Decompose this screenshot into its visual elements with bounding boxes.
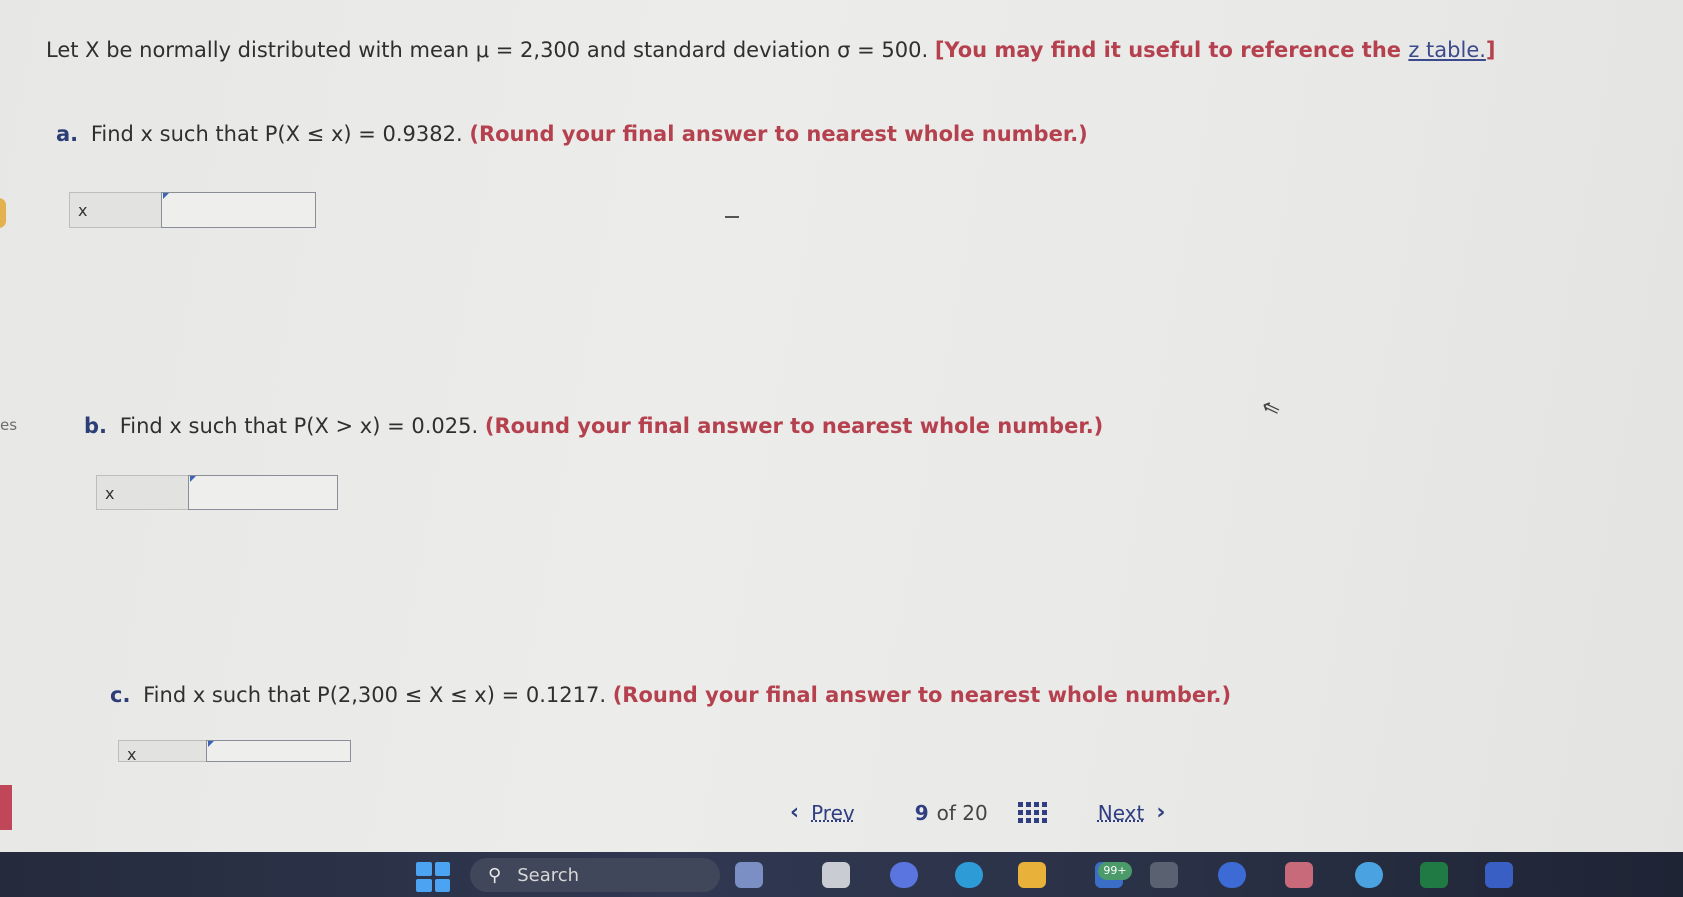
windows-start-icon[interactable] [416, 862, 450, 892]
side-tab-label[interactable]: es [0, 416, 17, 434]
answer-label: x [69, 192, 161, 228]
widget-icon[interactable] [735, 862, 763, 888]
side-accent-bar [0, 785, 12, 830]
part-a-answer-row: x [69, 192, 316, 228]
part-b-answer-row: x [96, 475, 338, 510]
side-indicator-dot [0, 198, 6, 228]
part-text: Find x such that P(X ≤ x) = 0.9382. [90, 122, 463, 146]
part-c-answer-row: x [118, 740, 351, 762]
chrome-icon[interactable] [1355, 862, 1383, 888]
app-icon[interactable] [1218, 862, 1246, 888]
part-round-instruction: (Round your final answer to nearest whol… [469, 122, 1088, 146]
question-grid-icon[interactable] [1017, 801, 1047, 824]
teams-chat-icon[interactable] [1485, 862, 1513, 888]
input-flag-icon [163, 193, 169, 199]
store-icon[interactable] [1150, 862, 1178, 888]
excel-icon[interactable] [1420, 862, 1448, 888]
divider-mark [725, 216, 739, 218]
question-text: Let X be normally distributed with mean … [46, 38, 1496, 62]
part-round-instruction: (Round your final answer to nearest whol… [484, 414, 1104, 438]
next-button[interactable]: Next [1098, 801, 1145, 825]
page-indicator: 9 of 20 [915, 801, 988, 825]
part-letter: a. [56, 122, 79, 146]
chevron-right-icon[interactable]: › [1156, 800, 1165, 825]
z-table-link[interactable]: z table. [1408, 38, 1486, 62]
folder-icon[interactable] [1018, 862, 1046, 888]
search-icon: ⚲ [488, 864, 502, 886]
current-page: 9 [914, 800, 929, 825]
taskbar-search[interactable]: ⚲ Search [470, 858, 720, 892]
hint-suffix: ] [1485, 38, 1496, 62]
input-flag-icon [208, 741, 214, 747]
windows-taskbar: ⚲ Search [0, 852, 1683, 897]
part-letter: b. [84, 414, 108, 438]
photos-icon[interactable] [1285, 862, 1313, 888]
teams-icon[interactable] [890, 862, 918, 888]
input-flag-icon [190, 476, 196, 482]
mouse-cursor-icon: ⇖ [1258, 393, 1285, 424]
part-a-prompt: a. Find x such that P(X ≤ x) = 0.9382. (… [56, 122, 1088, 146]
file-explorer-icon[interactable] [822, 862, 850, 888]
part-text: Find x such that P(X > x) = 0.025. [119, 414, 479, 438]
part-a-answer-input[interactable] [161, 192, 316, 228]
answer-label: x [96, 475, 188, 510]
part-text: Find x such that P(2,300 ≤ X ≤ x) = 0.12… [143, 683, 607, 707]
prev-button[interactable]: Prev [811, 801, 855, 825]
answer-label: x [118, 740, 206, 762]
part-b-answer-input[interactable] [188, 475, 338, 510]
part-round-instruction: (Round your final answer to nearest whol… [612, 683, 1232, 707]
part-letter: c. [110, 683, 131, 707]
page-total: of 20 [936, 800, 988, 825]
part-c-answer-input[interactable] [206, 740, 351, 762]
part-b-prompt: b. Find x such that P(X > x) = 0.025. (R… [84, 414, 1103, 438]
edge-browser-icon[interactable] [955, 862, 983, 888]
notification-badge: 99+ [1098, 862, 1132, 880]
pagination-nav: ‹ Prev 9 of 20 Next › [790, 800, 1165, 825]
question-hint: [You may find it useful to reference the… [935, 38, 1496, 62]
question-intro: Let X be normally distributed with mean … [46, 38, 929, 62]
hint-prefix: [You may find it useful to reference the [934, 38, 1402, 62]
part-c-prompt: c. Find x such that P(2,300 ≤ X ≤ x) = 0… [110, 683, 1231, 707]
search-placeholder: Search [517, 864, 580, 886]
chevron-left-icon[interactable]: ‹ [790, 800, 799, 825]
